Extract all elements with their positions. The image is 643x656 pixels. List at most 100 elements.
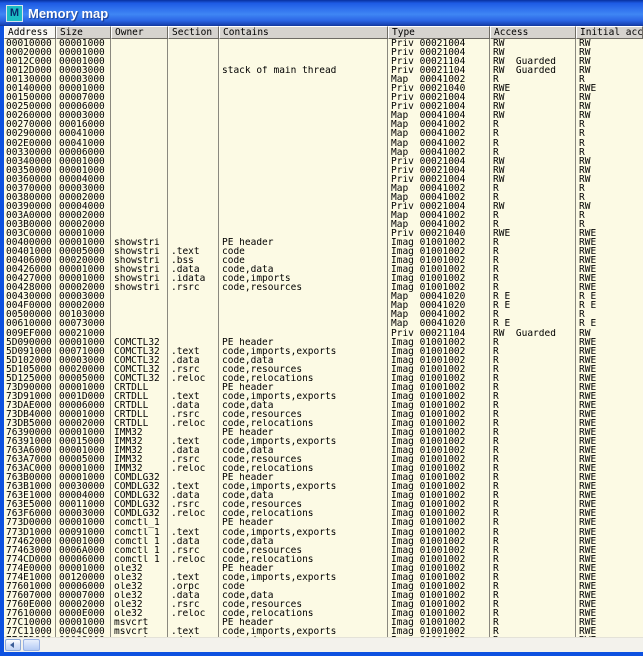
cell-type: Imag 01001002	[388, 428, 490, 437]
cell-access: R	[490, 129, 576, 138]
cell-owner: showstri	[111, 283, 168, 292]
table-row[interactable]: 763B000000001000COMDLG32PE headerImag 01…	[4, 473, 643, 482]
table-row[interactable]: 774E000000001000ole32PE headerImag 01001…	[4, 564, 643, 573]
table-row[interactable]: 773D000000001000comctl_1PE headerImag 01…	[4, 518, 643, 527]
table-row[interactable]: 0033000000006000Map 00041002RR	[4, 148, 643, 157]
table-row[interactable]: 7760700000007000ole32.datacode,dataImag …	[4, 591, 643, 600]
table-row[interactable]: 774CD00000006000comctl_1.reloccode,reloc…	[4, 555, 643, 564]
table-row[interactable]: 0037000000003000Map 00041002RR	[4, 184, 643, 193]
cell-access: R	[490, 392, 576, 401]
table-row[interactable]: 0043000000003000Map 00041020R ER E	[4, 292, 643, 301]
table-row[interactable]: 73DB400000001000CRTDLL.rsrccode,resource…	[4, 410, 643, 419]
table-row[interactable]: 004F000000002000Map 00041020R ER E	[4, 301, 643, 310]
column-header-contains[interactable]: Contains	[219, 26, 388, 39]
table-row[interactable]: 0042700000001000showstri.idatacode,impor…	[4, 274, 643, 283]
cell-section: .rsrc	[168, 600, 219, 609]
table-row[interactable]: 0013000000003000Map 00041002RR	[4, 75, 643, 84]
table-row[interactable]: 774E100000120000ole32.textcode,imports,e…	[4, 573, 643, 582]
table-row[interactable]: 003A000000002000Map 00041002RR	[4, 211, 643, 220]
table-row[interactable]: 73D9000000001000CRTDLLPE headerImag 0100…	[4, 383, 643, 392]
table-row[interactable]: 5D09000000001000COMCTL32PE headerImag 01…	[4, 338, 643, 347]
table-row[interactable]: 0040000000001000showstriPE headerImag 01…	[4, 238, 643, 247]
table-row[interactable]: 0029000000041000Map 00041002RR	[4, 129, 643, 138]
table-row[interactable]: 5D10200000003000COMCTL32.datacode,dataIm…	[4, 356, 643, 365]
table-row[interactable]: 763A600000001000IMM32.datacode,dataImag …	[4, 446, 643, 455]
titlebar[interactable]: M Memory map	[0, 0, 643, 26]
table-row[interactable]: 0012C00000001000Priv 00021104RW GuardedR…	[4, 57, 643, 66]
table-row[interactable]: 0014000000001000Priv 00021040RWERWE	[4, 84, 643, 93]
table-row[interactable]: 0040600000020000showstri.bsscodeImag 010…	[4, 256, 643, 265]
table-row[interactable]: 773D100000091000comctl_1.textcode,import…	[4, 528, 643, 537]
table-row[interactable]: 0039000000004000Priv 00021004RWRW	[4, 202, 643, 211]
column-header-section[interactable]: Section	[168, 26, 219, 39]
table-row[interactable]: 0012D00000003000stack of main threadPriv…	[4, 66, 643, 75]
scroll-thumb[interactable]	[23, 639, 40, 651]
column-header-initial-access[interactable]: Initial acc	[576, 26, 643, 39]
table-row[interactable]: 0001000000001000Priv 00021004RWRW	[4, 39, 643, 48]
column-header-owner[interactable]: Owner	[111, 26, 168, 39]
table-row[interactable]: 7760100000006000ole32.orpccodeImag 01001…	[4, 582, 643, 591]
table-row[interactable]: 776100000000E000ole32.reloccode,relocati…	[4, 609, 643, 618]
cell-type: Map 00041004	[388, 111, 490, 120]
horizontal-scrollbar[interactable]	[4, 637, 643, 652]
column-header-address[interactable]: Address	[4, 26, 56, 39]
table-row[interactable]: 5D09100000071000COMCTL32.textcode,import…	[4, 347, 643, 356]
table-row[interactable]: 003B000000002000Map 00041002RR	[4, 220, 643, 229]
cell-size: 00001000	[56, 338, 111, 347]
table-row[interactable]: 5D10500000020000COMCTL32.rsrccode,resour…	[4, 365, 643, 374]
cell-address: 00500000	[4, 310, 56, 319]
cell-access: R	[490, 365, 576, 374]
cell-initial-access: RW	[576, 66, 643, 75]
cell-size: 00020000	[56, 256, 111, 265]
table-row[interactable]: 0002000000001000Priv 00021004RWRW	[4, 48, 643, 57]
cell-access: R	[490, 491, 576, 500]
cell-address: 00350000	[4, 166, 56, 175]
table-row[interactable]: 763E500000011000COMDLG32.rsrccode,resour…	[4, 500, 643, 509]
table-row[interactable]: 002E000000041000Map 00041002RR	[4, 139, 643, 148]
cell-access: R	[490, 464, 576, 473]
table-row[interactable]: 763F600000003000COMDLG32.reloccode,reloc…	[4, 509, 643, 518]
cell-initial-access: RW	[576, 157, 643, 166]
table-row[interactable]: 003C000000001000Priv 00021040RWERWE	[4, 229, 643, 238]
table-row[interactable]: 0025000000006000Priv 00021004RWRW	[4, 102, 643, 111]
table-row[interactable]: 7639000000001000IMM32PE headerImag 01001…	[4, 428, 643, 437]
table-row[interactable]: 7760E00000002000ole32.rsrccode,resources…	[4, 600, 643, 609]
table-row[interactable]: 0050000000103000Map 00041002RR	[4, 310, 643, 319]
table-row[interactable]: 77C1000000001000msvcrtPE headerImag 0100…	[4, 618, 643, 627]
cell-address: 00406000	[4, 256, 56, 265]
table-row[interactable]: 774630000006A000comctl_1.rsrccode,resour…	[4, 546, 643, 555]
window-icon[interactable]: M	[6, 5, 23, 22]
table-row[interactable]: 0027000000016000Map 00041002RR	[4, 120, 643, 129]
table-row[interactable]: 0015000000007000Priv 00021004RWRW	[4, 93, 643, 102]
cell-size: 00002000	[56, 211, 111, 220]
table-row[interactable]: 73DB500000002000CRTDLL.reloccode,relocat…	[4, 419, 643, 428]
table-row[interactable]: 73D910000001D000CRTDLL.textcode,imports,…	[4, 392, 643, 401]
cell-access: RW Guarded	[490, 329, 576, 338]
table-row[interactable]: 763B100000030000COMDLG32.textcode,import…	[4, 482, 643, 491]
table-row[interactable]: 0042600000001000showstri.datacode,dataIm…	[4, 265, 643, 274]
table-row[interactable]: 0034000000001000Priv 00021004RWRW	[4, 157, 643, 166]
table-row[interactable]: 0061000000073000Map 00041020R ER E	[4, 319, 643, 328]
cell-type: Imag 01001002	[388, 374, 490, 383]
column-header-type[interactable]: Type	[388, 26, 490, 39]
table-row[interactable]: 7746200000001000comctl_1.datacode,dataIm…	[4, 537, 643, 546]
table-row[interactable]: 0040100000005000showstri.textcodeImag 01…	[4, 247, 643, 256]
table-row[interactable]: 0038000000002000Map 00041002RR	[4, 193, 643, 202]
table-row[interactable]: 73DAE00000006000CRTDLL.datacode,dataImag…	[4, 401, 643, 410]
scroll-left-button[interactable]	[5, 639, 21, 651]
table-row[interactable]: 0036000000004000Priv 00021004RWRW	[4, 175, 643, 184]
table-row[interactable]: 5D12500000005000COMCTL32.reloccode,reloc…	[4, 374, 643, 383]
table-row[interactable]: 7639100000015000IMM32.textcode,imports,e…	[4, 437, 643, 446]
table-row[interactable]: 77C110000004C000msvcrt.textcode,imports,…	[4, 627, 643, 636]
table-row[interactable]: 0035000000001000Priv 00021004RWRW	[4, 166, 643, 175]
table-row[interactable]: 0042800000002000showstri.rsrccode,resour…	[4, 283, 643, 292]
cell-access: RW	[490, 39, 576, 48]
column-header-size[interactable]: Size	[56, 26, 111, 39]
table-row[interactable]: 009EF00000021000Priv 00021104RW GuardedR…	[4, 329, 643, 338]
table-row[interactable]: 763E100000004000COMDLG32.datacode,dataIm…	[4, 491, 643, 500]
column-header-access[interactable]: Access	[490, 26, 576, 39]
cell-size: 00005000	[56, 374, 111, 383]
table-row[interactable]: 763AC00000001000IMM32.reloccode,relocati…	[4, 464, 643, 473]
table-row[interactable]: 763A700000005000IMM32.rsrccode,resources…	[4, 455, 643, 464]
table-row[interactable]: 0026000000003000Map 00041004RWRW	[4, 111, 643, 120]
